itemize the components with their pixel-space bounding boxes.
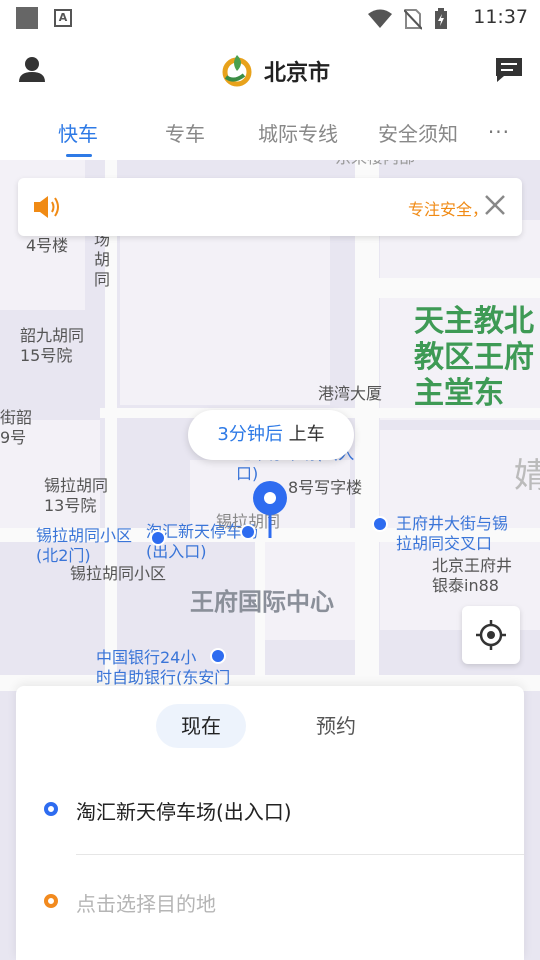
notice-text: 专注安全， bbox=[408, 200, 486, 219]
map-label: 8号写字楼 bbox=[288, 478, 363, 497]
tab-premier[interactable]: 专车 bbox=[165, 118, 205, 147]
header: 北京市 bbox=[0, 36, 540, 102]
map-label: 王府井大街与锡 拉胡同交叉口 bbox=[396, 514, 509, 553]
pickup-eta-bubble: 3分钟后 上车 bbox=[188, 410, 354, 460]
map-label: 王府国际中心 bbox=[190, 588, 334, 616]
pickup-action: 上车 bbox=[288, 424, 325, 445]
map-label: 东来楼内部 bbox=[335, 160, 415, 168]
map-label: 锡拉胡同小区 bbox=[70, 564, 167, 583]
destination-point-icon bbox=[44, 894, 58, 908]
map-label: 场 胡 同 bbox=[94, 230, 111, 289]
battery-charging-icon bbox=[435, 8, 447, 29]
locate-button[interactable] bbox=[462, 606, 520, 664]
start-point-icon bbox=[44, 802, 58, 816]
map-label: 婧 bbox=[514, 456, 540, 496]
clock: 11:37 bbox=[473, 6, 528, 28]
crosshair-icon bbox=[476, 620, 506, 650]
no-sim-icon bbox=[404, 9, 422, 30]
active-tab-indicator bbox=[66, 154, 92, 157]
map-road bbox=[355, 160, 379, 690]
map-label: 北京王府井 银泰in88 bbox=[432, 556, 513, 595]
map-label: 港湾大厦 bbox=[318, 384, 383, 403]
app-notification-icon bbox=[16, 7, 38, 29]
tab-safety[interactable]: 安全须知 bbox=[378, 118, 458, 147]
message-icon[interactable] bbox=[494, 56, 524, 84]
pickup-pin-icon bbox=[253, 481, 287, 538]
map-label: 4号楼 bbox=[26, 236, 69, 255]
map-block bbox=[120, 235, 330, 405]
mode-book-button[interactable]: 预约 bbox=[296, 704, 376, 748]
close-icon[interactable] bbox=[482, 192, 508, 218]
map-label: 韶九胡同 15号院 bbox=[20, 326, 85, 365]
start-location[interactable]: 淘汇新天停车场(出入口) bbox=[76, 796, 292, 825]
destination-input[interactable]: 点击选择目的地 bbox=[76, 888, 216, 917]
pickup-eta: 3分钟后 bbox=[217, 424, 283, 445]
map-road bbox=[360, 278, 540, 298]
user-icon[interactable] bbox=[18, 55, 46, 83]
wifi-icon bbox=[368, 9, 392, 28]
tab-express[interactable]: 快车 bbox=[58, 118, 98, 147]
safety-notice-banner[interactable]: 专注安全， bbox=[18, 178, 522, 236]
poi-marker[interactable] bbox=[372, 516, 388, 532]
map-label: 天主教北 教区王府 主堂东 bbox=[414, 304, 534, 411]
ride-request-panel: 现在 预约 淘汇新天停车场(出入口) 点击选择目的地 bbox=[16, 686, 524, 960]
poi-marker[interactable] bbox=[210, 648, 226, 664]
text-notification-icon: A bbox=[54, 9, 72, 27]
poi-marker[interactable] bbox=[150, 530, 166, 546]
tab-intercity[interactable]: 城际专线 bbox=[258, 118, 338, 147]
service-tabs: 快车 专车 城际专线 安全须知 ··· bbox=[0, 102, 540, 160]
speaker-icon bbox=[34, 196, 59, 218]
city-name[interactable]: 北京市 bbox=[264, 55, 330, 87]
more-tabs-button[interactable]: ··· bbox=[488, 120, 510, 144]
map-block bbox=[265, 530, 355, 640]
app-logo-icon bbox=[222, 55, 252, 87]
status-icons bbox=[368, 8, 448, 30]
mode-now-button[interactable]: 现在 bbox=[156, 704, 246, 748]
map-label: 锡拉胡同 13号院 bbox=[44, 476, 109, 515]
divider bbox=[76, 854, 524, 855]
status-bar: A 11:37 bbox=[0, 0, 540, 36]
map-label: 锡拉胡同小区 (北2门) bbox=[36, 526, 133, 565]
map-label: 街韶 9号 bbox=[0, 408, 33, 447]
